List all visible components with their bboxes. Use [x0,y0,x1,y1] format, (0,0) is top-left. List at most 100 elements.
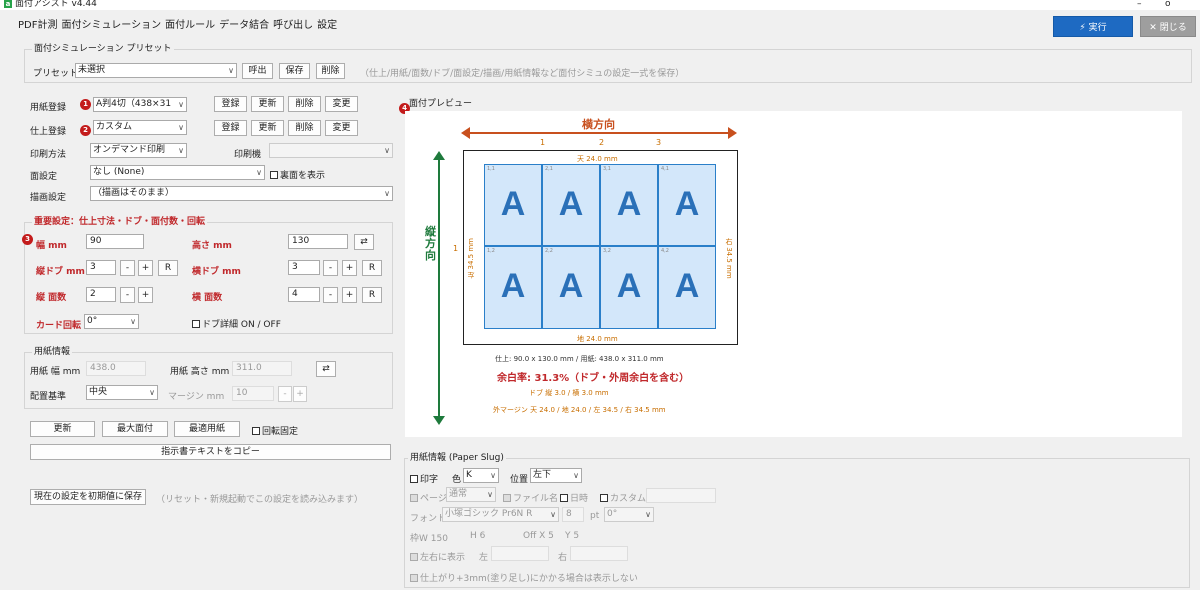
finish-delete-button[interactable]: 削除 [288,120,321,136]
align-select[interactable]: 中央 ∨ [86,385,158,400]
hcount-plus-button[interactable]: + [342,287,357,303]
hdobu-reset-button[interactable]: R [362,260,382,276]
dobu-detail-checkbox[interactable]: ドブ詳細 ON / OFF [192,317,281,330]
width-input[interactable]: 90 [86,234,144,249]
badge-3: 3 [22,234,33,245]
slug-page-select[interactable]: 通常 ∨ [446,487,496,502]
finish-change-button[interactable]: 変更 [325,120,358,136]
slug-font-select[interactable]: 小塚ゴシック Pr6N R ∨ [442,507,559,522]
margin-plus-button[interactable]: + [293,386,307,402]
menu-imposition-sim[interactable]: 面付シミュレーション [61,20,161,31]
hcount-minus-button[interactable]: - [323,287,338,303]
cell-number: 4,2 [661,248,669,254]
preset-delete-button[interactable]: 削除 [316,63,345,79]
minimize-button[interactable]: – [1137,0,1142,9]
preset-load-button[interactable]: 呼出 [242,63,273,79]
hdobu-input[interactable]: 3 [288,260,320,275]
checkbox-icon [410,475,418,483]
max-faces-button[interactable]: 最大面付 [102,421,168,437]
preset-select[interactable]: 未選択 ∨ [75,63,237,78]
slug-filename-checkbox[interactable]: ファイル名 [503,491,558,504]
hcount-label: 横 面数 [192,293,223,303]
rotate-select[interactable]: 0° ∨ [84,314,139,329]
paper-delete-button[interactable]: 削除 [288,96,321,112]
vcount-input[interactable]: 2 [86,287,116,302]
vcount-plus-button[interactable]: + [138,287,153,303]
width-label: 幅 mm [36,241,67,251]
vdobu-reset-button[interactable]: R [158,260,178,276]
vdobu-plus-button[interactable]: + [138,260,153,276]
slug-bleed-checkbox[interactable]: 仕上がり+3mm(塗り足し)にかかる場合は表示しない [410,571,638,584]
slug-bleed-label: 仕上がり+3mm(塗り足し)にかかる場合は表示しない [420,574,638,584]
swap-size-button[interactable]: ⇄ [354,234,374,250]
paper-update-button[interactable]: 更新 [251,96,284,112]
hcount-reset-button[interactable]: R [362,287,382,303]
best-paper-button[interactable]: 最適用紙 [174,421,240,437]
rotate-fixed-label: 回転固定 [262,427,299,437]
slug-custom-input[interactable] [646,488,716,503]
update-button[interactable]: 更新 [30,421,95,437]
summary-text: 仕上: 90.0 x 130.0 mm / 用紙: 438.0 x 311.0 … [495,355,664,363]
print-method-select[interactable]: オンデマンド印刷 ∨ [90,143,187,158]
preset-save-button[interactable]: 保存 [279,63,310,79]
slug-angle-value: 0° [607,509,618,519]
margin-input[interactable]: 10 [232,386,274,401]
paper-reg-select[interactable]: A判4切（438×31 ∨ [93,97,187,112]
height-input[interactable]: 130 [288,234,348,249]
finish-update-button[interactable]: 更新 [251,120,284,136]
hdobu-plus-button[interactable]: + [342,260,357,276]
slug-print-checkbox[interactable]: 印字 [410,472,438,485]
face-select[interactable]: なし (None) ∨ [90,165,265,180]
chevron-down-icon: ∨ [178,123,184,132]
menu-data-merge[interactable]: データ結合 [219,20,269,31]
show-back-label: 裏面を表示 [280,171,326,181]
hdobu-label: 横ドブ mm [192,267,241,277]
cell-letter: A [674,267,700,305]
hdobu-minus-button[interactable]: - [323,260,338,276]
arrow-up-icon [433,151,445,160]
important-title: 重要設定：仕上寸法・ドブ・面付数・回転 [32,214,208,227]
paper-swap-button[interactable]: ⇄ [316,361,336,377]
slug-size-input[interactable]: 8 [562,507,584,522]
slug-color-select[interactable]: K ∨ [463,468,499,483]
slug-datetime-checkbox[interactable]: 日時 [560,491,588,504]
slug-angle-select[interactable]: 0° ∨ [604,507,654,522]
close-button[interactable]: ✕ 閉じる [1140,16,1196,37]
slug-right-input[interactable] [570,546,628,561]
default-note: （リセット・新規起動でこの設定を読み込みます） [156,495,364,505]
slug-custom-checkbox[interactable]: カスタム [600,491,646,504]
show-back-checkbox[interactable]: 裏面を表示 [270,168,325,181]
bottom-margin-label: 地 24.0 mm [577,335,618,343]
printer-select[interactable]: ∨ [269,143,393,158]
cell-number: 2,2 [545,248,553,254]
slug-page-checkbox[interactable]: ページ [410,491,447,504]
paper-change-button[interactable]: 変更 [325,96,358,112]
execute-button[interactable]: ⚡ 実行 [1053,16,1133,37]
slug-font-value: 小塚ゴシック Pr6N R [445,509,533,519]
copy-instruction-button[interactable]: 指示書テキストをコピー [30,444,391,460]
hcount-input[interactable]: 4 [288,287,320,302]
badge-1: 1 [80,99,91,110]
chevron-down-icon: ∨ [149,388,155,397]
restore-button[interactable]: ö [1165,0,1171,9]
finish-register-button[interactable]: 登録 [214,120,247,136]
menu-imposition-rule[interactable]: 面付ルール [165,20,215,31]
vdobu-input[interactable]: 3 [86,260,116,275]
save-default-button[interactable]: 現在の設定を初期値に保存 [30,489,146,505]
vdobu-minus-button[interactable]: - [120,260,135,276]
slug-lr-checkbox[interactable]: 左右に表示 [410,550,465,563]
menu-pdf-measure[interactable]: PDF計測 [18,20,57,31]
margin-minus-button[interactable]: - [278,386,292,402]
rotate-fixed-checkbox[interactable]: 回転固定 [252,424,298,437]
paper-height-input[interactable]: 311.0 [232,361,292,376]
finish-reg-select[interactable]: カスタム ∨ [93,120,187,135]
vcount-minus-button[interactable]: - [120,287,135,303]
menu-settings[interactable]: 設定 [317,20,337,31]
slug-pos-select[interactable]: 左下 ∨ [530,468,582,483]
paper-register-button[interactable]: 登録 [214,96,247,112]
menu-call[interactable]: 呼び出し [273,20,313,31]
imposition-cell: 1,1 A [484,164,542,246]
draw-select[interactable]: （描画はそのまま） ∨ [90,186,393,201]
paper-width-input[interactable]: 438.0 [86,361,146,376]
slug-left-input[interactable] [491,546,549,561]
